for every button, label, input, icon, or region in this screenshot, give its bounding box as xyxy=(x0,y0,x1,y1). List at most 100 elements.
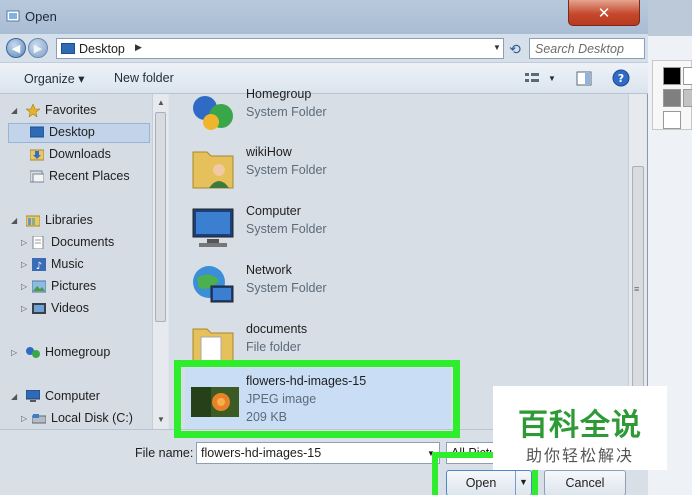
highlight-selected-file xyxy=(174,360,460,438)
sidebar-item-favorites[interactable]: Favorites xyxy=(26,100,96,120)
sidebar-item-label: Homegroup xyxy=(45,345,111,359)
homegroup-icon xyxy=(193,96,233,130)
file-name-value: flowers-hd-images-15 xyxy=(201,446,322,460)
sidebar-item-downloads[interactable]: Downloads xyxy=(30,144,111,164)
sidebar-item-label: Favorites xyxy=(45,103,97,117)
collapsed-arrow-icon[interactable]: ▷ xyxy=(11,348,17,357)
svg-text:♪: ♪ xyxy=(36,261,42,271)
forward-button[interactable]: ▶ xyxy=(28,38,48,58)
organize-button[interactable]: Organize ▾ xyxy=(24,71,84,86)
scrollbar-grip-icon: ≡ xyxy=(634,284,640,294)
back-arrow-icon: ◀ xyxy=(11,42,21,55)
color-swatch xyxy=(683,89,692,107)
address-bar[interactable]: Desktop ▶ ▼ xyxy=(56,38,504,59)
network-icon xyxy=(193,266,234,303)
help-icon[interactable]: ? xyxy=(612,69,630,87)
desktop-icon xyxy=(30,126,44,137)
pictures-library-icon xyxy=(32,280,46,292)
breadcrumb-chevron-icon[interactable]: ▶ xyxy=(135,42,142,53)
libraries-icon xyxy=(26,215,40,226)
svg-text:?: ? xyxy=(618,72,624,85)
window-title: Open xyxy=(25,9,57,24)
sidebar-item-label: Documents xyxy=(51,235,115,249)
navigation-bar: ◀ ▶ Desktop ▶ ▼ ⟲ Search Desktop xyxy=(0,34,648,62)
preview-pane-icon[interactable] xyxy=(576,71,592,86)
address-segment-desktop[interactable]: Desktop xyxy=(79,42,125,56)
navigation-pane: ◢ Favorites Desktop Downloads Recent Pla… xyxy=(0,94,168,429)
file-type: File folder xyxy=(246,340,301,354)
expand-arrow-icon[interactable]: ◢ xyxy=(11,216,17,225)
sidebar-item-libraries[interactable]: Libraries xyxy=(26,210,93,230)
view-options-icon[interactable] xyxy=(524,71,540,85)
collapsed-arrow-icon[interactable]: ▷ xyxy=(21,238,27,247)
close-button[interactable]: ✕ xyxy=(568,0,640,26)
watermark-subtitle: 助你轻松解决 xyxy=(525,448,634,465)
new-folder-button[interactable]: New folder xyxy=(114,71,174,85)
color-swatch xyxy=(663,67,681,85)
sidebar-item-label: Music xyxy=(51,257,84,271)
search-input[interactable]: Search Desktop xyxy=(529,38,645,59)
background-color-palette xyxy=(652,60,692,130)
color-swatch xyxy=(663,89,681,107)
sidebar-item-label: Pictures xyxy=(51,279,97,293)
expand-arrow-icon[interactable]: ◢ xyxy=(11,106,17,115)
sidebar-item-desktop[interactable]: Desktop xyxy=(30,122,95,142)
file-item-homegroup[interactable]: Homegroup System Folder xyxy=(189,82,449,138)
file-pane-scrollbar[interactable]: ≡ xyxy=(628,94,646,429)
background-app-header xyxy=(648,0,692,36)
file-name-input[interactable]: flowers-hd-images-15 ▼ xyxy=(196,442,440,464)
nav-pane-scrollbar[interactable]: ▲ ▼ xyxy=(152,94,168,429)
file-name: Network xyxy=(246,263,292,277)
collapsed-arrow-icon[interactable]: ▷ xyxy=(21,414,27,423)
view-dropdown-icon[interactable]: ▼ xyxy=(548,74,556,83)
sidebar-item-documents[interactable]: Documents xyxy=(32,232,114,252)
desktop-icon xyxy=(61,43,75,54)
refresh-button[interactable]: ⟲ xyxy=(506,40,524,58)
sidebar-item-pictures[interactable]: Pictures xyxy=(32,276,96,296)
sidebar-item-local-disk[interactable]: Local Disk (C:) xyxy=(32,408,133,428)
sidebar-item-videos[interactable]: Videos xyxy=(32,298,89,318)
forward-arrow-icon: ▶ xyxy=(33,42,43,55)
cancel-button[interactable]: Cancel xyxy=(544,470,626,495)
collapsed-arrow-icon[interactable]: ▷ xyxy=(21,282,27,291)
star-icon xyxy=(26,103,40,117)
watermark-logo: 百科全说 助你轻松解决 xyxy=(493,386,667,470)
sidebar-item-label: Local Disk (C:) xyxy=(51,411,133,425)
app-icon xyxy=(6,10,20,22)
back-button[interactable]: ◀ xyxy=(6,38,26,58)
file-type: System Folder xyxy=(246,105,327,119)
close-icon: ✕ xyxy=(597,4,611,22)
sidebar-item-label: Recent Places xyxy=(49,169,130,183)
file-name: wikiHow xyxy=(246,145,292,159)
scroll-up-icon[interactable]: ▲ xyxy=(157,98,165,107)
computer-icon xyxy=(26,389,40,402)
collapsed-arrow-icon[interactable]: ▷ xyxy=(21,260,27,269)
search-placeholder: Search Desktop xyxy=(535,42,624,56)
collapsed-arrow-icon[interactable]: ▷ xyxy=(21,304,27,313)
color-swatch xyxy=(683,67,692,85)
refresh-icon: ⟲ xyxy=(509,40,521,57)
watermark-title: 百科全说 xyxy=(518,409,642,442)
computer-icon xyxy=(192,208,234,247)
sidebar-item-music[interactable]: ♪ Music xyxy=(32,254,84,274)
file-name-label: File name: xyxy=(135,446,194,460)
hard-drive-icon xyxy=(32,413,46,423)
downloads-folder-icon xyxy=(30,149,44,160)
user-folder-icon xyxy=(192,151,234,189)
scroll-down-icon[interactable]: ▼ xyxy=(157,415,165,424)
title-bar: Open ✕ xyxy=(0,0,648,34)
file-item-network[interactable]: Network System Folder xyxy=(189,258,449,314)
file-item-wikihow[interactable]: wikiHow System Folder xyxy=(189,140,449,196)
address-dropdown-icon[interactable]: ▼ xyxy=(493,43,501,52)
sidebar-item-homegroup[interactable]: Homegroup xyxy=(26,342,110,362)
file-item-computer[interactable]: Computer System Folder xyxy=(189,199,449,255)
sidebar-item-label: Downloads xyxy=(49,147,111,161)
file-name: Computer xyxy=(246,204,301,218)
sidebar-item-label: Desktop xyxy=(49,125,95,139)
sidebar-item-label: Libraries xyxy=(45,213,93,227)
sidebar-item-recent-places[interactable]: Recent Places xyxy=(30,166,130,186)
sidebar-item-computer[interactable]: Computer xyxy=(26,386,100,406)
scrollbar-thumb[interactable] xyxy=(155,112,166,322)
sidebar-item-label: Videos xyxy=(51,301,89,315)
expand-arrow-icon[interactable]: ◢ xyxy=(11,392,17,401)
